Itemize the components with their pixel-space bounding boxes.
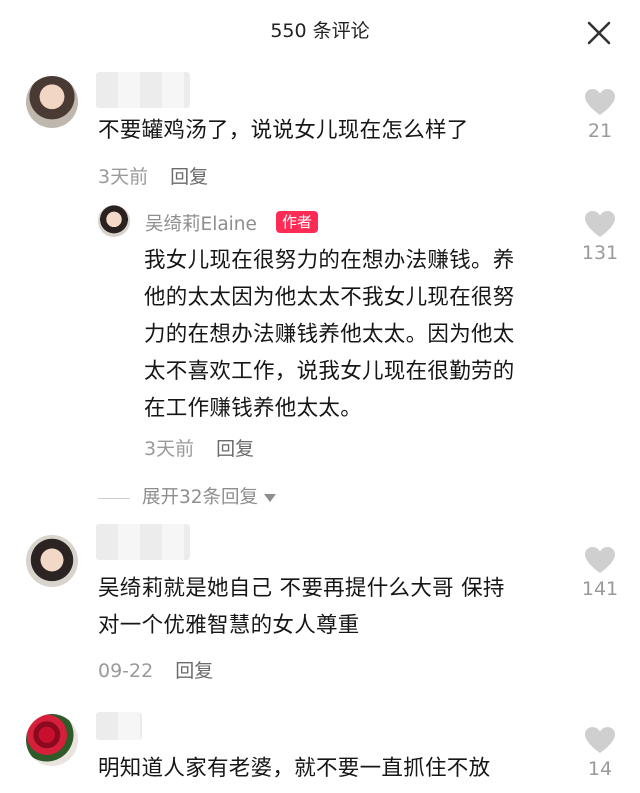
avatar[interactable] bbox=[26, 714, 78, 766]
author-avatar[interactable] bbox=[98, 205, 130, 237]
comment-time: 09-22 bbox=[98, 660, 154, 682]
like-control[interactable]: 21 bbox=[578, 88, 622, 142]
username-blurred[interactable] bbox=[96, 524, 190, 560]
comment-text-line: 力的在想办法赚钱养他太太。因为他太 bbox=[144, 322, 515, 347]
comment-text-line: 他的太太因为他太太不我女儿现在很努 bbox=[144, 285, 515, 310]
heart-icon[interactable] bbox=[584, 726, 616, 754]
divider-line bbox=[98, 497, 130, 499]
heart-icon[interactable] bbox=[584, 210, 616, 238]
heart-icon[interactable] bbox=[584, 88, 616, 116]
comment-meta: 09-22 回复 bbox=[98, 656, 213, 683]
like-count: 21 bbox=[587, 120, 613, 142]
like-control[interactable]: 131 bbox=[578, 210, 622, 264]
comment-text-line: 在工作赚钱养他太太。 bbox=[144, 396, 363, 421]
avatar[interactable] bbox=[26, 76, 78, 128]
author-name[interactable]: 吴绮莉Elaine bbox=[145, 210, 257, 236]
like-control[interactable]: 14 bbox=[578, 726, 622, 780]
reply-button[interactable]: 回复 bbox=[170, 166, 208, 188]
heart-icon[interactable] bbox=[584, 546, 616, 574]
expand-replies-button[interactable]: 展开32条回复 bbox=[98, 483, 277, 509]
comment-text-line: 太不喜欢工作，说我女儿现在很勤劳的 bbox=[144, 359, 515, 384]
like-count: 141 bbox=[581, 578, 619, 600]
comment-text-line: 对一个优雅智慧的女人尊重 bbox=[98, 613, 360, 638]
author-badge: 作者 bbox=[276, 211, 319, 233]
comment-text-line: 我女儿现在很努力的在想办法赚钱。养 bbox=[144, 248, 515, 273]
caret-down-icon bbox=[264, 494, 277, 502]
reply-button[interactable]: 回复 bbox=[175, 660, 213, 682]
comments-header: 550 条评论 bbox=[0, 0, 640, 56]
avatar[interactable] bbox=[26, 535, 78, 587]
like-count: 14 bbox=[587, 758, 613, 780]
close-icon[interactable] bbox=[586, 20, 612, 46]
expand-replies-label: 展开32条回复 bbox=[142, 487, 259, 508]
username-blurred[interactable] bbox=[96, 712, 142, 740]
comment-time: 3天前 bbox=[98, 166, 149, 188]
username-blurred[interactable] bbox=[96, 72, 190, 108]
comment-text: 我女儿现在很努力的在想办法赚钱。养 他的太太因为他太太不我女儿现在很努 力的在想… bbox=[144, 242, 515, 427]
comment-text-line: 吴绮莉就是她自己 不要再提什么大哥 保持 bbox=[98, 576, 505, 601]
comment-meta: 3天前 回复 bbox=[98, 162, 208, 189]
comment-text: 吴绮莉就是她自己 不要再提什么大哥 保持 对一个优雅智慧的女人尊重 bbox=[98, 570, 505, 644]
comment-text: 不要罐鸡汤了，说说女儿现在怎么样了 bbox=[98, 118, 469, 143]
like-count: 131 bbox=[581, 242, 619, 264]
reply-button[interactable]: 回复 bbox=[216, 438, 254, 460]
comment-time: 3天前 bbox=[144, 438, 195, 460]
like-control[interactable]: 141 bbox=[578, 546, 622, 600]
comment-count-title: 550 条评论 bbox=[270, 20, 370, 42]
comment-text: 明知道人家有老婆，就不要一直抓住不放 bbox=[98, 756, 491, 781]
comment-meta: 3天前 回复 bbox=[144, 434, 254, 461]
